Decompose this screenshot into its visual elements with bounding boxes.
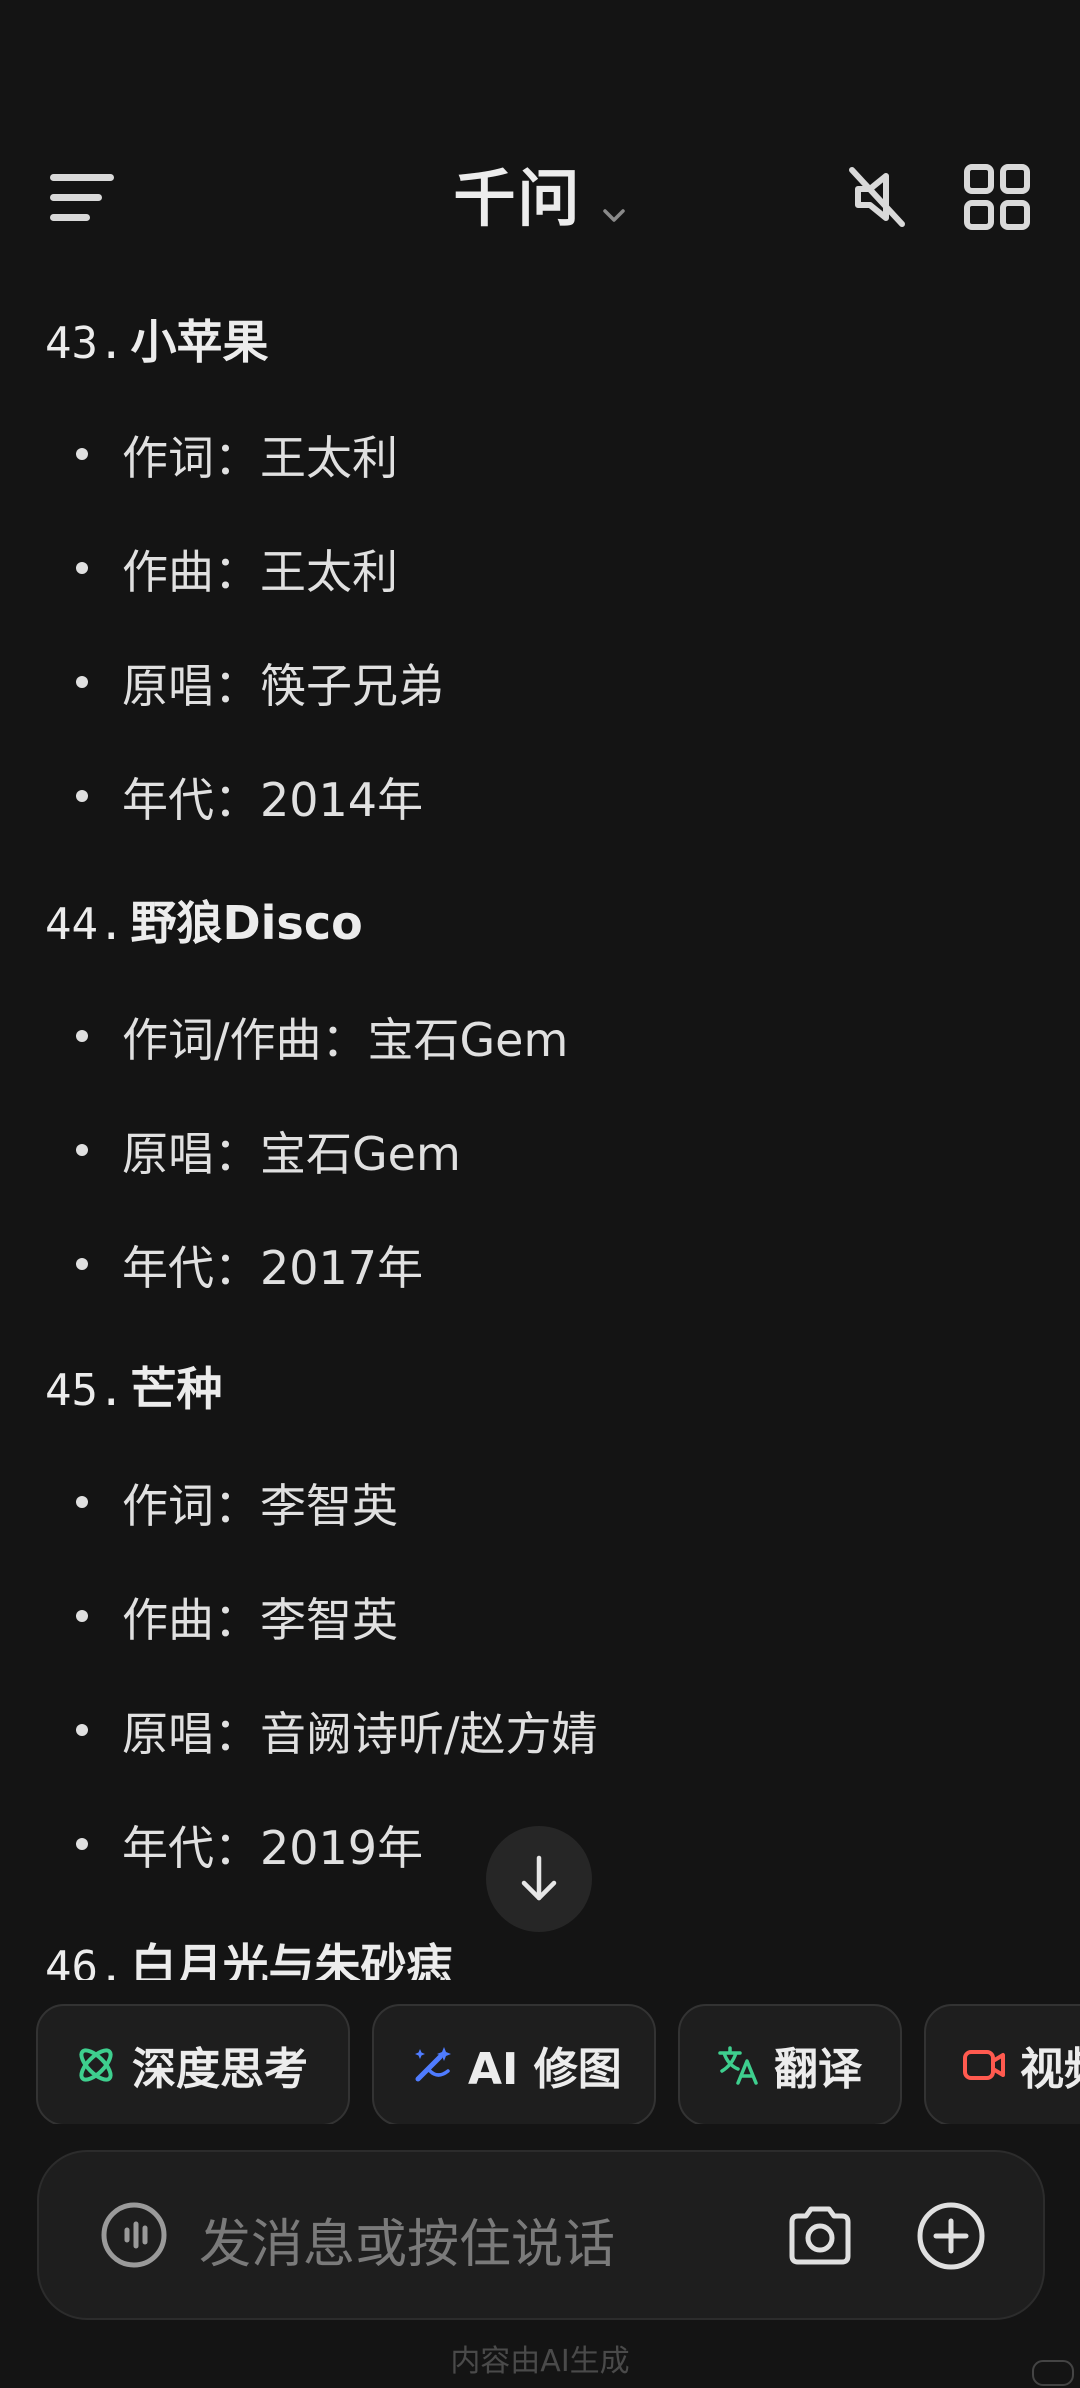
chip-ai-edit[interactable]: AI 修图 xyxy=(372,2004,656,2124)
list-item: 作曲：李智英 xyxy=(76,1584,398,1650)
deep-think-icon xyxy=(79,2048,113,2082)
chat-answer: 43. 小苹果 作词：王太利 作曲：王太利 原唱：筷子兄弟 年代：2014年 44… xyxy=(0,290,1080,1980)
list-item: 原唱：音阙诗听/赵方婧 xyxy=(76,1698,598,1764)
watermark-badge xyxy=(1032,2360,1074,2386)
song-title: 45. 芒种 xyxy=(45,1362,223,1416)
chip-deep-think[interactable]: 深度思考 xyxy=(36,2004,350,2124)
list-item: 原唱：筷子兄弟 xyxy=(76,650,444,716)
top-bar: 千问 xyxy=(0,130,1080,260)
chevron-down-icon xyxy=(602,208,625,222)
song-title: 46. 白月光与朱砂痣 xyxy=(45,1939,453,1980)
list-item: 作词/作曲：宝石Gem xyxy=(75,1004,568,1070)
message-input[interactable]: 发消息或按住说话 xyxy=(199,2202,615,2277)
arrow-down-icon xyxy=(521,1855,557,1901)
chip-video[interactable]: 视频 xyxy=(924,2004,1080,2124)
translate-icon xyxy=(718,2046,758,2085)
chip-translate[interactable]: 翻译 xyxy=(678,2004,902,2124)
scroll-to-bottom-button[interactable] xyxy=(486,1826,592,1932)
camera-icon[interactable] xyxy=(784,2200,856,2272)
ai-disclaimer: 内容由AI生成 xyxy=(450,2344,630,2379)
message-input-bar[interactable]: 发消息或按住说话 xyxy=(37,2150,1045,2320)
plus-icon[interactable] xyxy=(915,2200,987,2272)
ai-edit-icon xyxy=(415,2047,451,2082)
list-item: 作词：王太利 xyxy=(76,422,398,488)
list-item: 年代：2017年 xyxy=(75,1232,423,1298)
video-icon xyxy=(963,2050,1005,2080)
mute-icon[interactable] xyxy=(842,162,912,232)
voice-icon[interactable] xyxy=(99,2200,169,2270)
list-item: 作词：李智英 xyxy=(76,1470,398,1536)
list-item: 年代：2014年 xyxy=(75,764,423,830)
list-item: 作曲：王太利 xyxy=(76,536,398,602)
title-switcher[interactable]: 千问 xyxy=(0,148,1080,238)
grid-apps-icon[interactable] xyxy=(962,162,1032,232)
quick-actions: 深度思考 AI 修图 翻译 视频 xyxy=(0,2004,1080,2124)
app-title[interactable]: 千问 xyxy=(453,162,581,235)
list-item: 原唱：宝石Gem xyxy=(76,1118,461,1184)
song-title: 43. 小苹果 xyxy=(45,315,269,369)
list-item: 年代：2019年 xyxy=(75,1812,423,1878)
song-title: 44. 野狼Disco xyxy=(45,896,363,950)
